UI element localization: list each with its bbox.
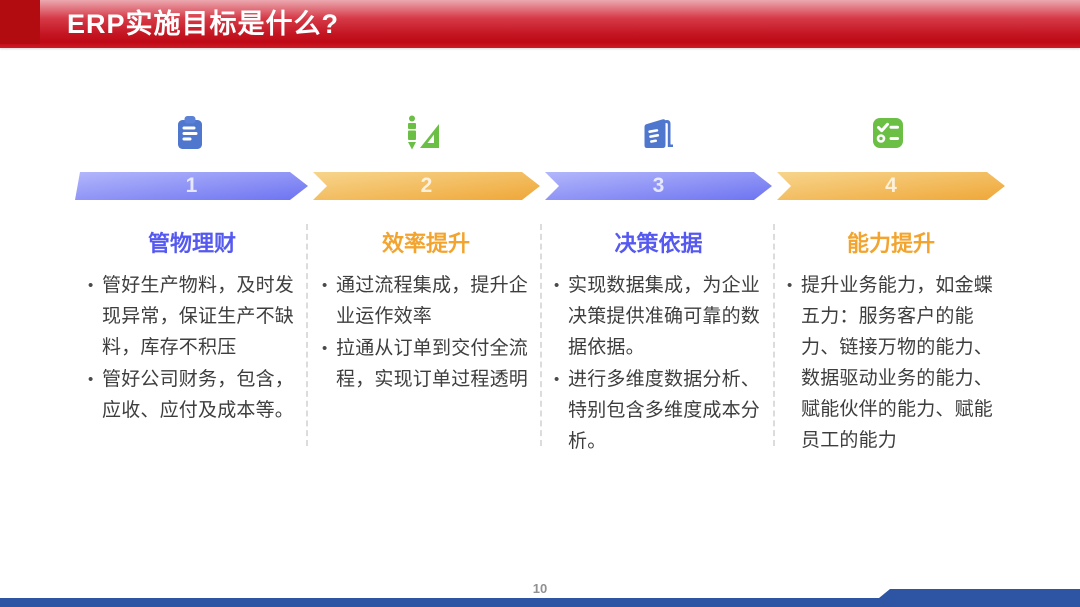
list-item: • 拉通从订单到交付全流程，实现订单过程透明 (320, 333, 540, 395)
step-number-2: 2 (313, 172, 540, 200)
column-title: 效率提升 (312, 226, 540, 258)
step-number-3: 3 (545, 172, 772, 200)
erp-goals-slide: ERP实施目标是什么? (0, 0, 1080, 607)
pencil-ruler-icon (399, 111, 443, 155)
list-item: • 进行多维度数据分析、特别包含多维度成本分析。 (552, 364, 773, 457)
clipboard-icon (168, 111, 212, 155)
goal-column-1: 管物理财 • 管好生产物料，及时发现异常，保证生产不缺料，库存不积压 • 管好公… (78, 222, 306, 427)
column-title: 能力提升 (777, 226, 1005, 258)
goal-column-4: 能力提升 • 提升业务能力，如金蝶五力：服务客户的能力、链接万物的能力、数据驱动… (777, 222, 1005, 457)
step-number-1: 1 (75, 172, 308, 200)
checklist-icon (866, 111, 910, 155)
goal-column-2: 效率提升 • 通过流程集成，提升企业运作效率 • 拉通从订单到交付全流程，实现订… (312, 222, 540, 396)
bullet-text: 实现数据集成，为企业决策提供准确可靠的数据依据。 (568, 270, 773, 363)
bullet-icon: • (320, 270, 336, 332)
bullet-text: 通过流程集成，提升企业运作效率 (336, 270, 540, 332)
list-item: • 提升业务能力，如金蝶五力：服务客户的能力、链接万物的能力、数据驱动业务的能力… (785, 270, 1005, 456)
list-item: • 通过流程集成，提升企业运作效率 (320, 270, 540, 332)
slide-title: ERP实施目标是什么? (67, 0, 339, 48)
step-number-4: 4 (777, 172, 1005, 200)
column-title: 管物理财 (78, 226, 306, 258)
list-item: • 实现数据集成，为企业决策提供准确可靠的数据依据。 (552, 270, 773, 363)
bullet-list: • 管好生产物料，及时发现异常，保证生产不缺料，库存不积压 • 管好公司财务，包… (78, 270, 306, 426)
column-divider (306, 224, 308, 446)
bullet-icon: • (86, 270, 102, 363)
header-accent-block (0, 0, 40, 44)
column-divider (540, 224, 542, 446)
bullet-icon: • (552, 270, 568, 363)
bullet-icon: • (86, 364, 102, 426)
column-title: 决策依据 (544, 226, 773, 258)
footer-bar (0, 585, 1080, 607)
bullet-text: 进行多维度数据分析、特别包含多维度成本分析。 (568, 364, 773, 457)
goal-column-3: 决策依据 • 实现数据集成，为企业决策提供准确可靠的数据依据。 • 进行多维度数… (544, 222, 773, 458)
bullet-list: • 实现数据集成，为企业决策提供准确可靠的数据依据。 • 进行多维度数据分析、特… (544, 270, 773, 457)
bullet-text: 提升业务能力，如金蝶五力：服务客户的能力、链接万物的能力、数据驱动业务的能力、赋… (801, 270, 1005, 456)
bullet-text: 管好公司财务，包含，应收、应付及成本等。 (102, 364, 306, 426)
bullet-list: • 提升业务能力，如金蝶五力：服务客户的能力、链接万物的能力、数据驱动业务的能力… (777, 270, 1005, 456)
column-divider (773, 224, 775, 446)
bullet-icon: • (785, 270, 801, 456)
bullet-icon: • (552, 364, 568, 457)
list-item: • 管好公司财务，包含，应收、应付及成本等。 (86, 364, 306, 426)
ledger-book-icon (634, 111, 678, 155)
bullet-text: 拉通从订单到交付全流程，实现订单过程透明 (336, 333, 540, 395)
list-item: • 管好生产物料，及时发现异常，保证生产不缺料，库存不积压 (86, 270, 306, 363)
bullet-icon: • (320, 333, 336, 395)
bullet-list: • 通过流程集成，提升企业运作效率 • 拉通从订单到交付全流程，实现订单过程透明 (312, 270, 540, 395)
bullet-text: 管好生产物料，及时发现异常，保证生产不缺料，库存不积压 (102, 270, 306, 363)
